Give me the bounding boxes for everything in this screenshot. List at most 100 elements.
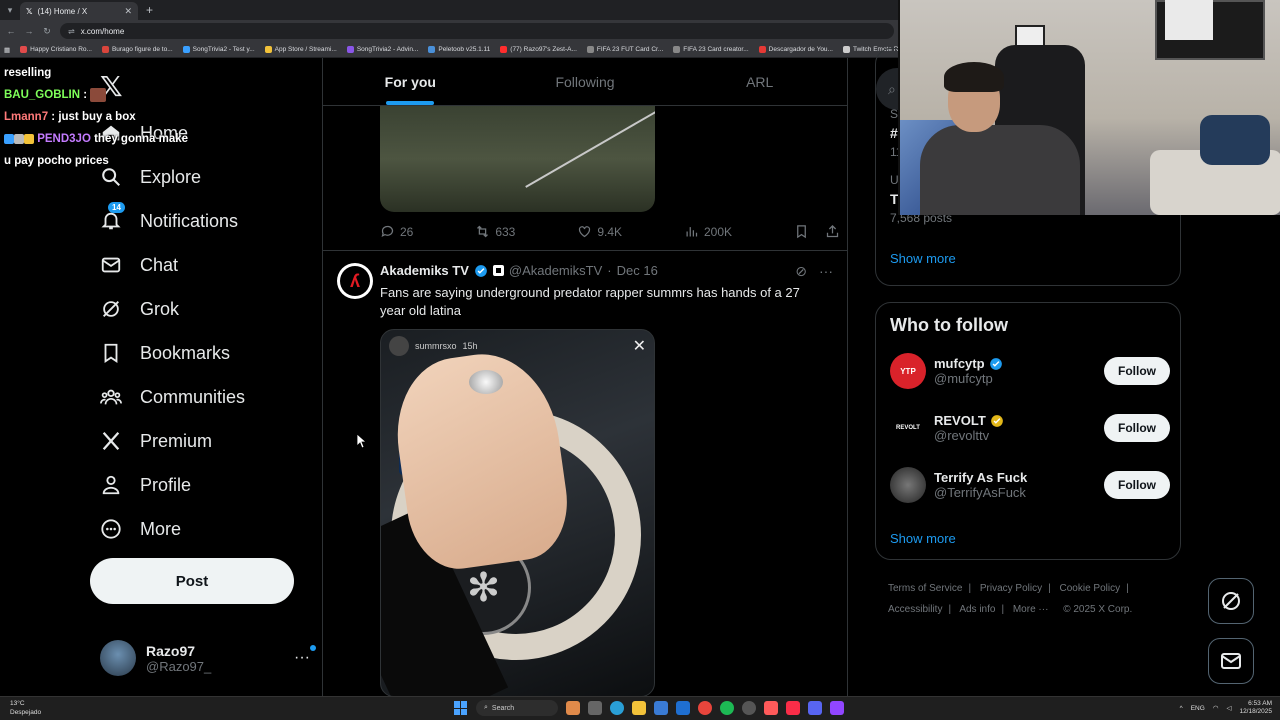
tweet-media-image[interactable] — [380, 106, 655, 212]
mail-app-icon[interactable] — [676, 701, 690, 715]
messages-fab-button[interactable] — [1208, 638, 1254, 684]
bookmark-label: Happy Cristiano Ro... — [30, 46, 92, 53]
bookmark-item[interactable]: FIFA 23 Card creator... — [673, 46, 749, 53]
bookmark-item[interactable]: Descargador de You... — [758, 46, 833, 53]
follow-button[interactable]: Follow — [1104, 414, 1170, 442]
reply-button[interactable]: 26 — [380, 224, 413, 239]
trend-title[interactable]: # — [890, 125, 898, 141]
taskbar-search[interactable]: ⌕ Search — [476, 700, 558, 716]
bookmark-item[interactable]: SongTrivia2 - Advin... — [346, 46, 418, 53]
file-explorer-icon[interactable] — [632, 701, 646, 715]
bookmark-favicon-icon — [182, 46, 190, 53]
tweet-author-name[interactable]: Akademiks TV — [380, 263, 469, 278]
taskbar-app-icon[interactable] — [764, 701, 778, 715]
follow-button[interactable]: Follow — [1104, 471, 1170, 499]
account-switcher[interactable]: Razo97 @Razo97_ ··· — [100, 638, 316, 678]
follow-suggestion[interactable]: REVOLT REVOLT @revolttv Follow — [890, 406, 1170, 450]
footer-link[interactable]: Ads info — [959, 604, 995, 615]
repost-button[interactable]: 633 — [475, 224, 515, 239]
volume-icon[interactable]: ◁ — [1226, 704, 1231, 712]
who-to-follow-card: Who to follow YTP mufcytp @mufcytp Follo… — [875, 302, 1181, 560]
nav-item-more[interactable]: More — [100, 514, 181, 544]
tab-for-you[interactable]: For you — [323, 58, 498, 105]
url-field[interactable]: ⇌ x.com/home — [60, 23, 894, 39]
footer-link[interactable]: Cookie Policy — [1060, 583, 1121, 594]
bookmark-item[interactable]: Happy Cristiano Ro... — [20, 46, 92, 53]
main-timeline[interactable]: For you Following ARL 26 633 9.4K 200K ʎ… — [323, 58, 847, 696]
wifi-icon[interactable]: ◠ — [1213, 704, 1219, 712]
obs-icon[interactable] — [742, 701, 756, 715]
reload-icon[interactable]: ↻ — [42, 26, 52, 37]
footer-links: Terms of Service | Privacy Policy | Cookie… — [888, 583, 1133, 615]
bookmark-item[interactable]: Burago figure de to... — [101, 46, 173, 53]
weather-widget[interactable]: 13°C Despejado — [10, 699, 41, 717]
taskbar-app-icon[interactable] — [566, 701, 580, 715]
tweet-date[interactable]: Dec 16 — [617, 263, 658, 278]
nav-item-grok[interactable]: Grok — [100, 294, 179, 324]
stream-chat-overlay: reselling BAU_GOBLIN : Lmann7 : just buy… — [0, 62, 230, 172]
show-more-link[interactable]: Show more — [890, 251, 956, 266]
tray-chevron-icon[interactable]: ^ — [1180, 705, 1183, 712]
bookmark-item[interactable]: SongTrivia2 - Test y... — [182, 46, 255, 53]
clock[interactable]: 6:53 AM 12/18/2025 — [1239, 700, 1272, 716]
site-info-icon[interactable]: ⇌ — [68, 27, 75, 36]
bookmark-favicon-icon — [346, 46, 354, 53]
bookmark-icon[interactable] — [794, 224, 809, 239]
tab-list-dropdown-icon[interactable]: ▾ — [0, 0, 20, 20]
bookmark-item[interactable]: Peletoob v25.1.11 — [428, 46, 490, 53]
chrome-icon[interactable] — [698, 701, 712, 715]
follow-button[interactable]: Follow — [1104, 357, 1170, 385]
nav-item-profile[interactable]: Profile — [100, 470, 191, 500]
tweet[interactable]: ʎ Akademiks TV @AkademiksTV · Dec 16 ⊘ ·… — [323, 250, 847, 696]
windows-start-icon[interactable] — [454, 701, 468, 715]
unread-dot — [310, 645, 316, 651]
footer-link[interactable]: Privacy Policy — [980, 583, 1042, 594]
follow-suggestion[interactable]: Terrify As Fuck @TerrifyAsFuck Follow — [890, 463, 1170, 507]
tweet-more-icon[interactable]: ··· — [819, 263, 833, 280]
tab-following[interactable]: Following — [498, 58, 673, 105]
views-button[interactable]: 200K — [684, 224, 732, 239]
edge-icon[interactable] — [610, 701, 624, 715]
footer-link[interactable]: Accessibility — [888, 604, 942, 615]
show-more-link[interactable]: Show more — [890, 531, 956, 546]
store-icon[interactable] — [654, 701, 668, 715]
bookmark-item[interactable]: App Store / Streami... — [264, 46, 337, 53]
tab-arl[interactable]: ARL — [672, 58, 847, 105]
gold-verified-badge-icon — [990, 414, 1003, 427]
nav-item-notifications[interactable]: 14 Notifications — [100, 202, 238, 236]
bookmark-item[interactable]: (77) Razo97's Zest-A... — [500, 46, 577, 53]
taskbar-app-icon[interactable] — [830, 701, 844, 715]
tweet-media-image[interactable]: ✻ summrsxo 15h ✕ — [380, 329, 655, 696]
footer-link[interactable]: More ··· — [1013, 604, 1049, 615]
post-button[interactable]: Post — [90, 558, 294, 604]
discord-icon[interactable] — [808, 701, 822, 715]
like-button[interactable]: 9.4K — [577, 224, 622, 239]
footer-link[interactable]: Terms of Service — [888, 583, 962, 594]
share-icon[interactable] — [825, 224, 840, 239]
x-favicon-icon: 𝕏 — [26, 6, 33, 16]
spotify-icon[interactable] — [720, 701, 734, 715]
grok-icon — [1222, 592, 1240, 610]
apps-grid-icon[interactable]: ▦ — [4, 46, 10, 54]
avatar[interactable]: ʎ — [337, 263, 373, 299]
nav-item-communities[interactable]: Communities — [100, 382, 245, 412]
browser-tab[interactable]: 𝕏 (14) Home / X ✕ — [20, 2, 138, 20]
nav-item-chat[interactable]: Chat — [100, 250, 178, 280]
back-icon[interactable]: ← — [6, 26, 16, 36]
tab-close-icon[interactable]: ✕ — [124, 6, 132, 17]
nav-item-bookmarks[interactable]: Bookmarks — [100, 338, 230, 368]
tweet-author-handle[interactable]: @AkademiksTV — [509, 263, 602, 278]
nav-item-premium[interactable]: Premium — [100, 426, 212, 456]
language-indicator[interactable]: ENG — [1191, 705, 1205, 712]
grok-fab-button[interactable] — [1208, 578, 1254, 624]
task-view-icon[interactable] — [588, 701, 602, 715]
bookmark-item[interactable]: FIFA 23 FUT Card Cr... — [586, 46, 663, 53]
follow-suggestion[interactable]: YTP mufcytp @mufcytp Follow — [890, 349, 1170, 393]
forward-icon[interactable]: → — [24, 26, 34, 36]
grok-icon — [100, 298, 122, 320]
music-app-icon[interactable] — [786, 701, 800, 715]
new-tab-button[interactable]: + — [146, 3, 153, 17]
account-more-icon[interactable]: ··· — [294, 645, 316, 667]
grok-icon[interactable]: ⊘ — [795, 263, 807, 280]
divider — [847, 58, 848, 696]
